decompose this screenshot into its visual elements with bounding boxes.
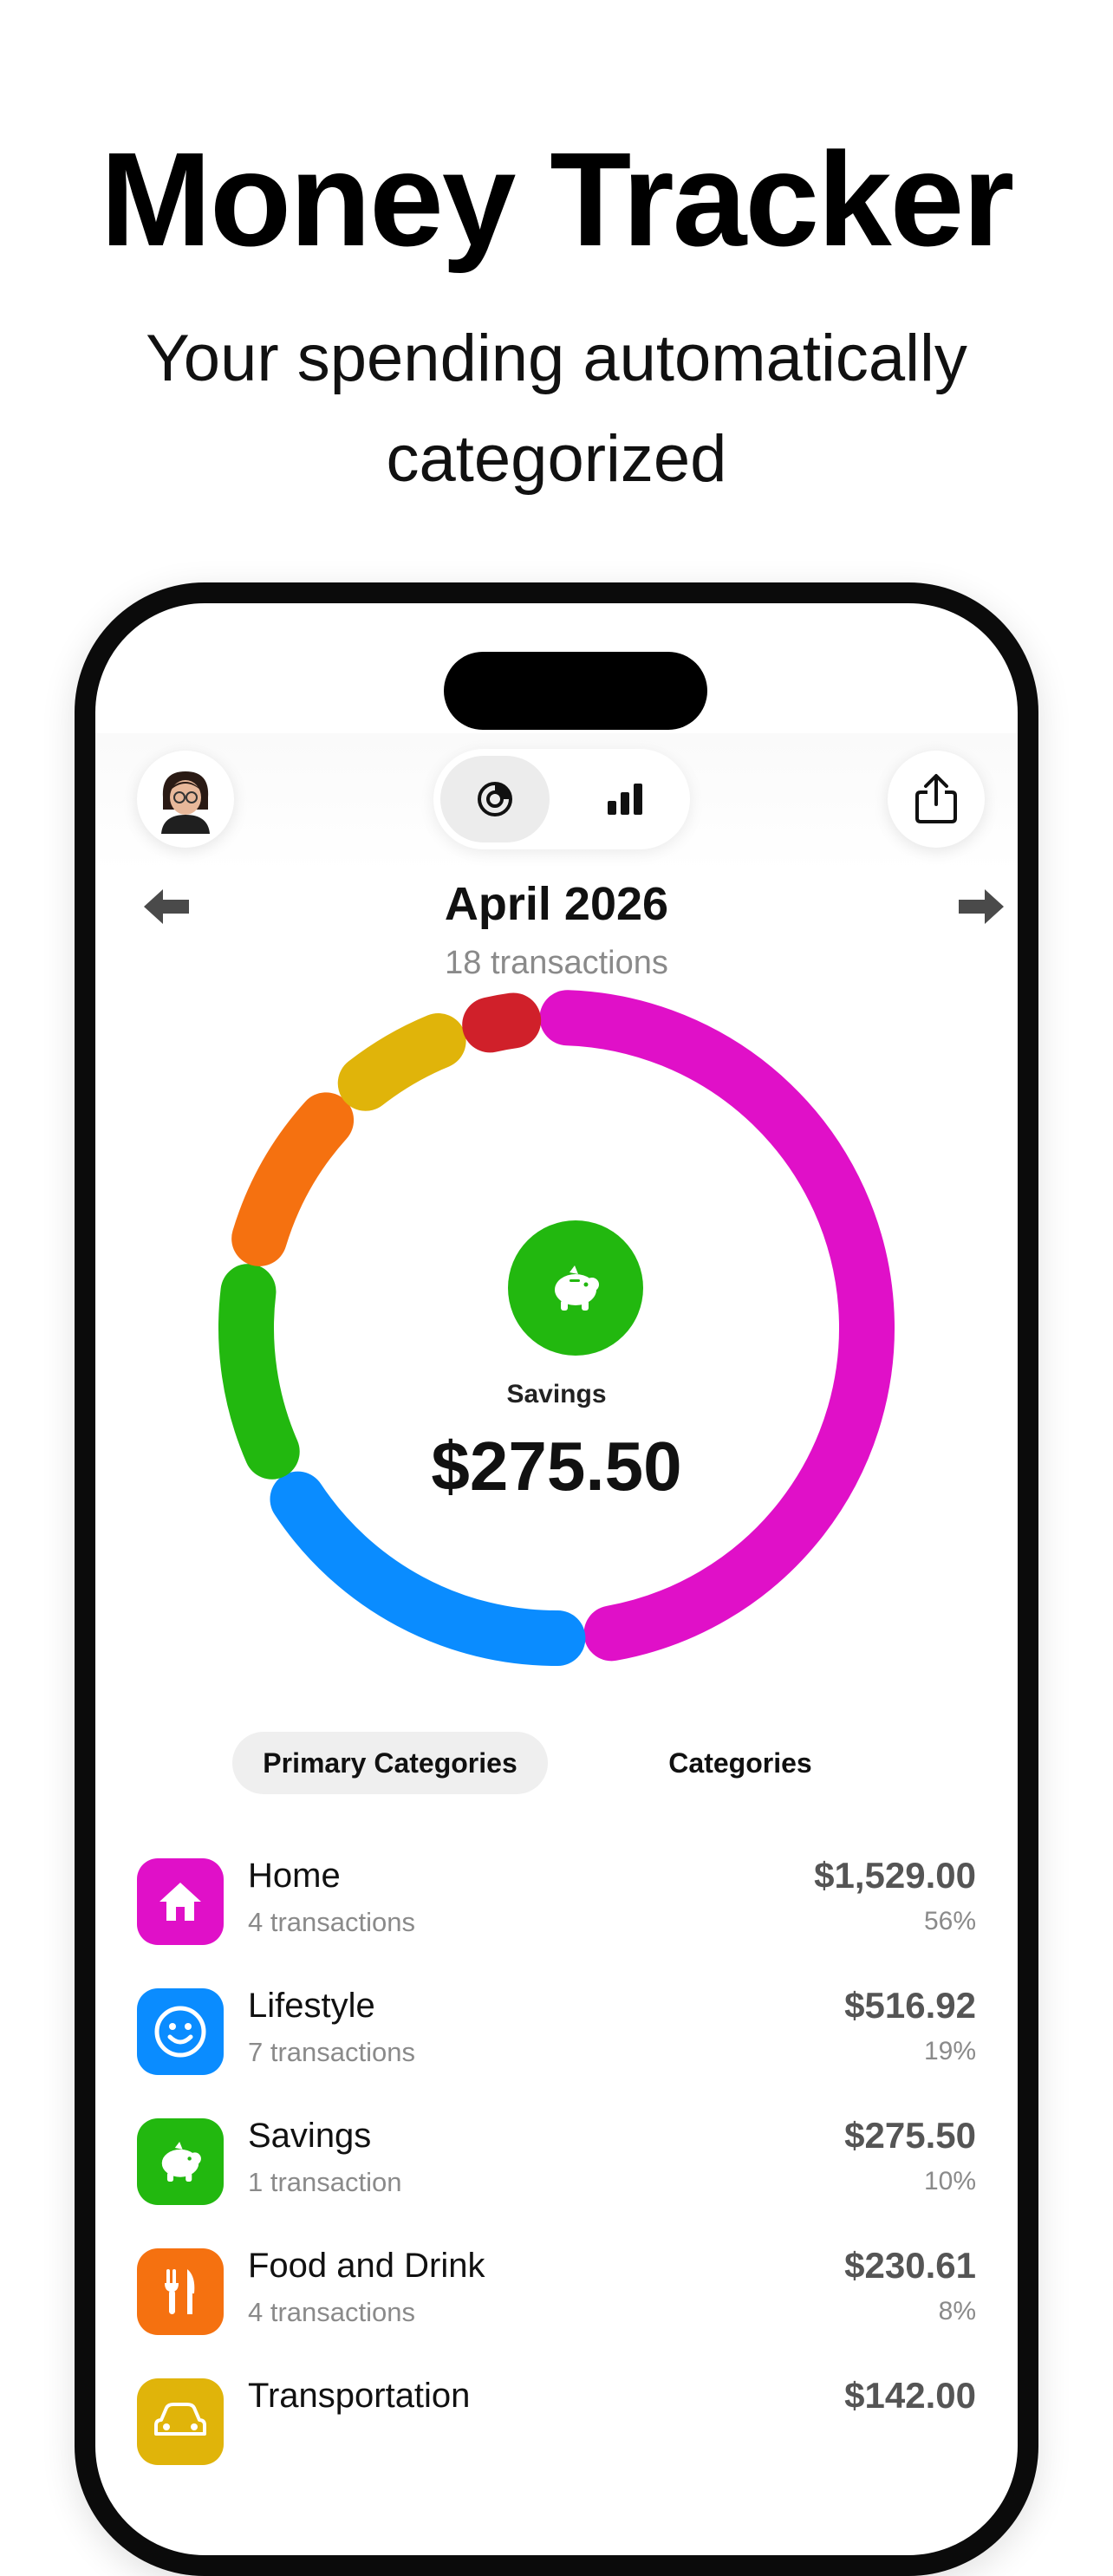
category-amount: $516.92 [844,1985,976,2026]
piggy-bank-icon [161,2141,201,2182]
category-percent: 8% [938,2297,976,2326]
category-row-food-and-drink[interactable]: Food and Drink 4 transactions $230.61 8% [137,2241,976,2354]
month-title: April 2026 [444,878,669,930]
phone-frame: April 2026 18 transactions Savings $275.… [75,582,1038,2576]
bar-chart-icon [608,784,642,815]
category-transactions: 4 transactions [248,1907,415,1937]
smiley-icon [154,2006,206,2058]
category-amount: $1,529.00 [814,1855,976,1896]
category-icon-box [137,2378,224,2465]
share-icon [915,774,957,823]
center-category-icon [508,1220,643,1356]
category-row-home[interactable]: Home 4 transactions $1,529.00 56% [137,1851,976,1964]
car-icon [154,2403,206,2436]
donut-segment-lifestyle[interactable] [270,1471,586,1666]
category-row-transportation[interactable]: Transportation $142.00 [137,2371,976,2484]
category-name: Savings [248,2117,372,2155]
view-toggle [433,749,690,849]
piggy-bank-icon [555,1265,599,1311]
category-amount: $275.50 [844,2115,976,2156]
category-amount: $230.61 [844,2245,976,2286]
tab-categories[interactable]: Categories [622,1732,858,1794]
category-percent: 19% [923,2037,976,2065]
donut-segment-transportation[interactable] [337,1012,466,1111]
avatar-icon [161,771,210,834]
bar-view-button[interactable] [570,756,680,842]
category-row-savings[interactable]: Savings 1 transaction $275.50 10% [137,2111,976,2224]
category-percent: 56% [923,1907,976,1935]
donut-segment-food-and-drink[interactable] [231,1092,355,1266]
share-button[interactable] [888,751,985,848]
category-icon-box [137,1858,224,1945]
center-category-amount: $275.50 [431,1428,682,1505]
category-amount: $142.00 [844,2375,976,2416]
fork-knife-icon [165,2269,195,2314]
donut-view-button[interactable] [440,756,550,842]
category-name: Transportation [248,2377,471,2415]
subline: Your spending automatically categorized [146,322,967,496]
center-category-label: Savings [506,1380,607,1408]
tab-primary-categories[interactable]: Primary Categories [232,1732,548,1794]
category-percent: 10% [923,2167,976,2195]
avatar[interactable] [137,751,234,848]
category-name: Food and Drink [248,2247,485,2285]
category-icon-box [137,1988,224,2075]
dynamic-island [444,652,707,730]
headline: Money Tracker [100,125,1015,274]
category-name: Home [248,1857,341,1895]
category-icon-box [137,2248,224,2335]
donut-segment-other[interactable] [462,992,542,1053]
category-transactions: 4 transactions [248,2297,415,2327]
category-row-lifestyle[interactable]: Lifestyle 7 transactions $516.92 19% [137,1981,976,2094]
donut-chart-icon [478,782,512,816]
category-icon-box [137,2118,224,2205]
category-transactions: 1 transaction [248,2167,402,2197]
category-transactions: 7 transactions [248,2037,415,2067]
house-icon [159,1883,201,1921]
category-name: Lifestyle [248,1987,375,2025]
